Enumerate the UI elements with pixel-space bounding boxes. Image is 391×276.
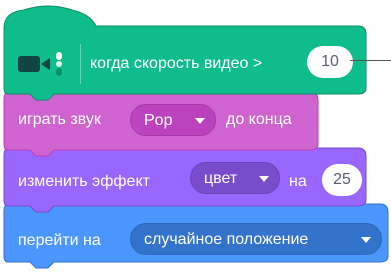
- video-camera-icon: [18, 52, 68, 81]
- comment-connector-line: [350, 60, 391, 61]
- chevron-down-icon: [195, 118, 205, 124]
- chevron-down-icon: [361, 237, 371, 243]
- sound-block-label-prefix: играть звук: [18, 111, 101, 128]
- effect-menu-dropdown[interactable]: цвет: [190, 162, 280, 194]
- effect-amount-input[interactable]: 25: [322, 164, 362, 196]
- target-menu-value: случайное положение: [144, 231, 309, 248]
- speed-threshold-input[interactable]: 10: [307, 46, 353, 78]
- effect-block-label-middle: на: [289, 173, 307, 190]
- effect-block-label-prefix: изменить эффект: [18, 173, 150, 190]
- extension-separator: [80, 44, 81, 84]
- sound-block-label-suffix: до конца: [226, 111, 292, 128]
- hat-block-label: когда скорость видео >: [90, 55, 263, 72]
- target-menu-dropdown[interactable]: случайное положение: [130, 223, 382, 255]
- sound-menu-value: Pop: [144, 112, 173, 129]
- sound-menu-dropdown[interactable]: Pop: [130, 104, 216, 136]
- chevron-down-icon: [259, 176, 269, 182]
- motion-block-label-prefix: перейти на: [18, 232, 101, 249]
- effect-menu-value: цвет: [204, 170, 238, 187]
